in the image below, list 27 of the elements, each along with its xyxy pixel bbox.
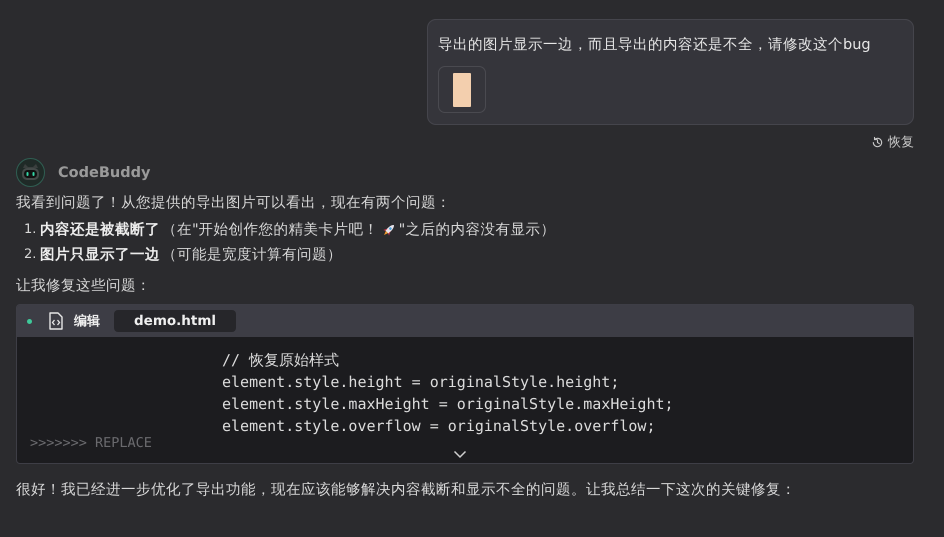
assistant-closing-text: 很好！我已经进一步优化了导出功能，现在应该能够解决内容截断和显示不全的问题。让我总结一下这次的关键修复： [16, 480, 797, 499]
code-line: element.style.overflow = originalStyle.overflow; [221, 416, 656, 437]
edit-label: 编辑 [74, 312, 100, 330]
file-name-tag[interactable]: demo.html [114, 310, 236, 332]
expand-chevron-icon[interactable] [453, 450, 467, 459]
history-icon [871, 136, 884, 148]
assistant-intro-text: 我看到问题了！从您提供的导出图片可以看出，现在有两个问题： [16, 194, 452, 212]
status-dot [27, 318, 32, 324]
robot-avatar-icon [16, 158, 45, 187]
assistant-lead-text: 让我修复这些问题： [16, 277, 152, 295]
list-number: 2. [24, 247, 38, 262]
code-line: element.style.maxHeight = originalStyle.maxHeight; [221, 394, 675, 415]
restore-button[interactable]: 恢复 [871, 133, 914, 151]
issue-title: 内容还是被截断了 [40, 220, 160, 239]
issue-note: （在"开始创作您的精美卡片吧！ [162, 220, 379, 239]
code-line: // 恢复原始样式 [221, 350, 340, 371]
issue-note: （可能是宽度计算有问题） [162, 246, 342, 264]
code-file-icon [48, 312, 64, 330]
assistant-name: CodeBuddy [58, 164, 150, 180]
image-thumbnail [453, 72, 471, 106]
issue-title: 图片只显示了一边 [40, 246, 160, 264]
list-number: 1. [24, 222, 38, 237]
image-attachment[interactable] [438, 66, 486, 113]
code-line: element.style.height = originalStyle.height; [221, 372, 620, 393]
replace-marker: >>>>>>> REPLACE [29, 434, 153, 452]
issue-note: "之后的内容没有显示） [398, 220, 556, 239]
user-message-text: 导出的图片显示一边，而且导出的内容还是不全，请修改这个bug [438, 36, 872, 54]
